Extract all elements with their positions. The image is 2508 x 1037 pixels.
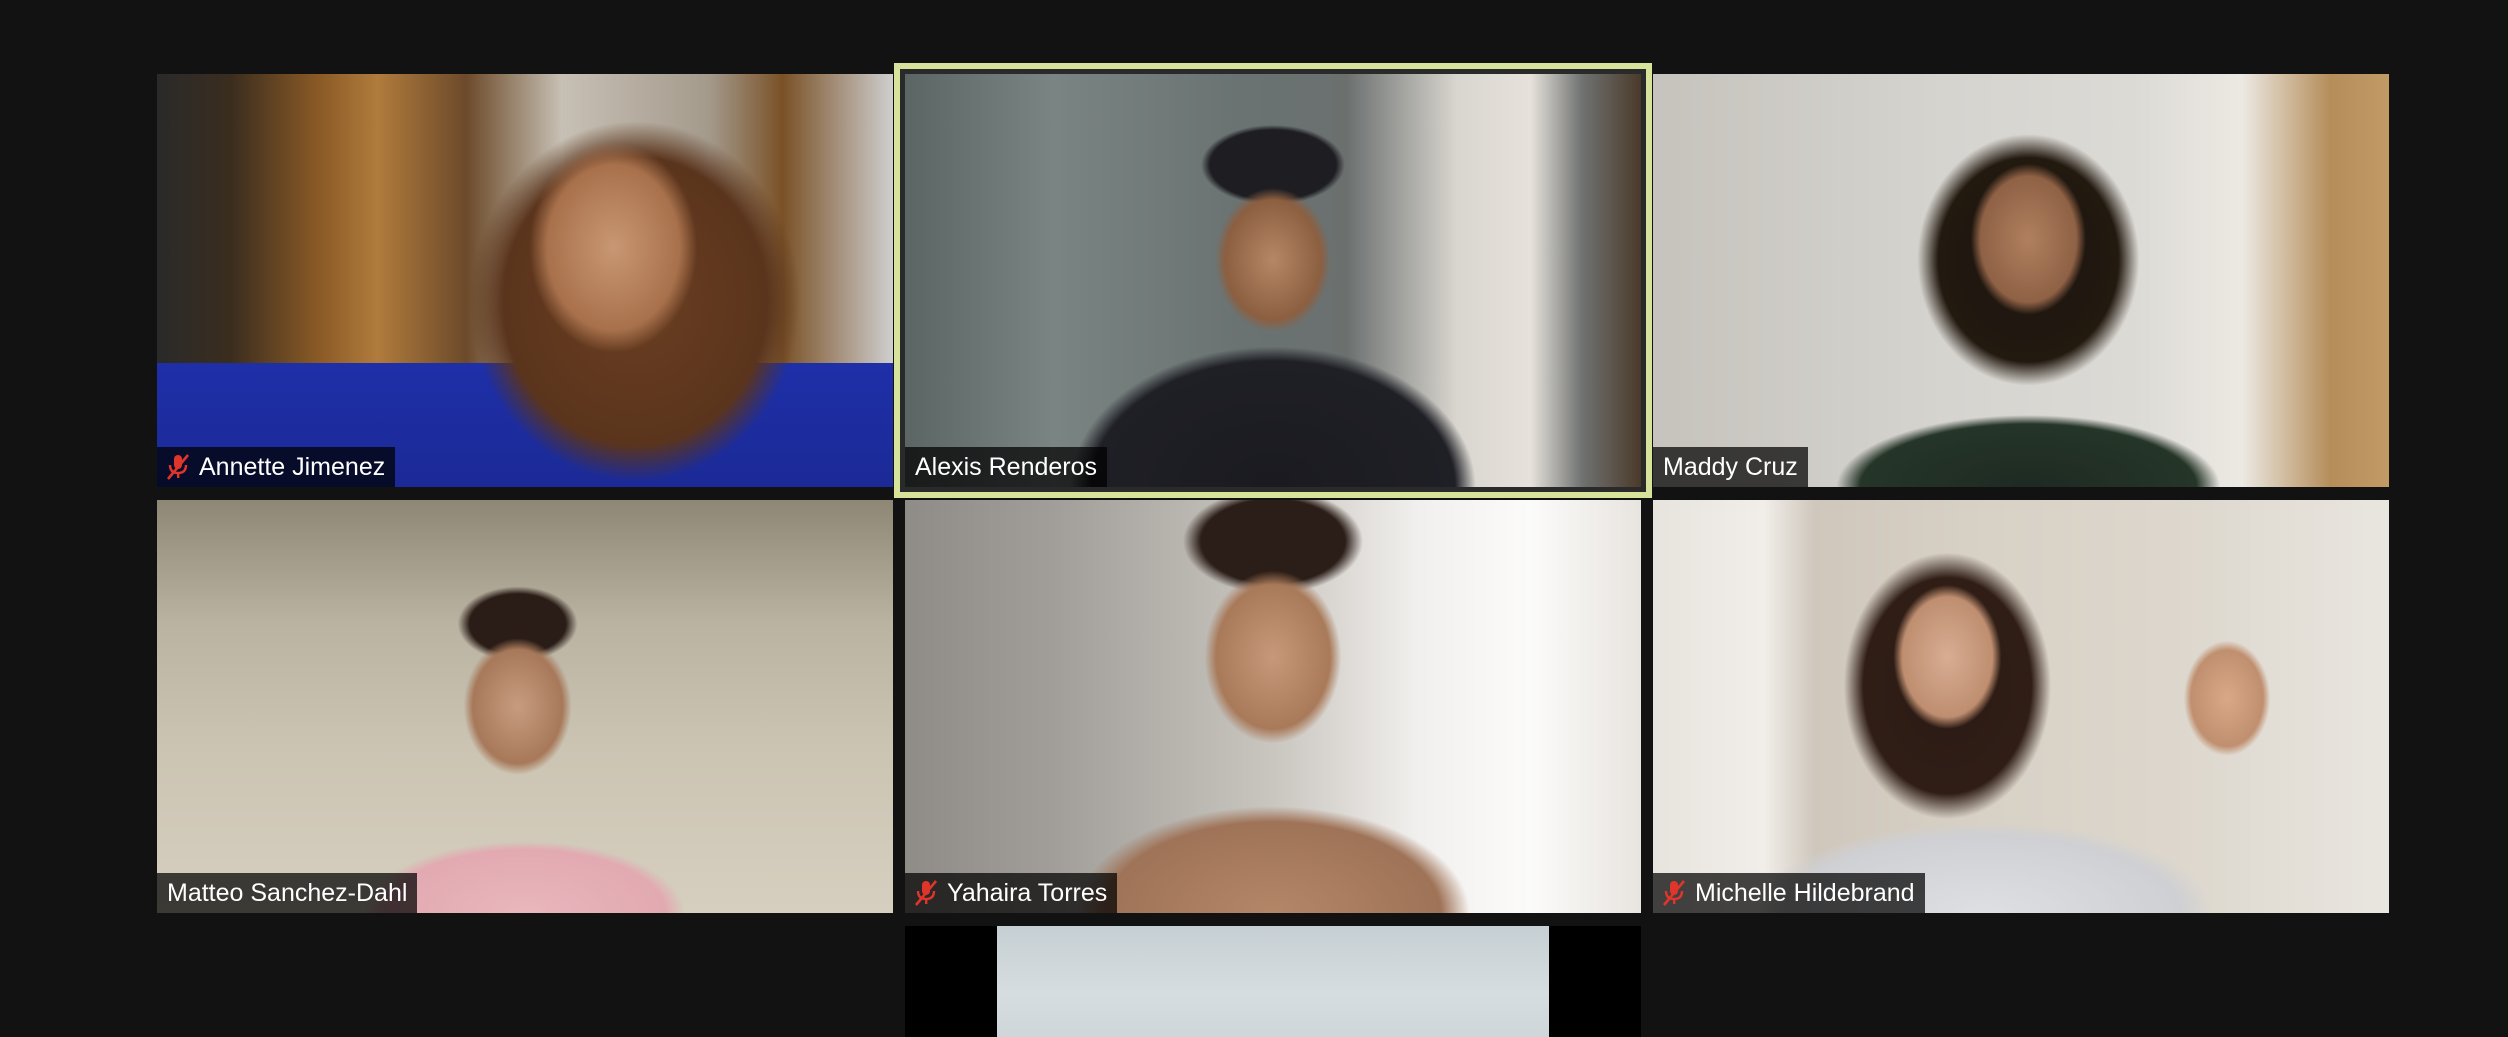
muted-mic-icon [167,454,189,480]
participant-name: Yahaira Torres [947,879,1108,907]
participant-name-bar: Alexis Renderos [905,447,1108,487]
participant-tile-yahaira-torres[interactable]: Yahaira Torres [905,500,1641,913]
participant-tile-annette-jimenez[interactable]: Annette Jimenez [157,74,893,487]
participant-name-bar: Michelle Hildebrand [1653,873,1925,913]
participant-video [157,74,893,487]
participant-video [905,74,1641,487]
muted-mic-icon [915,880,937,906]
participant-name-bar: Maddy Cruz [1653,447,1808,487]
participant-name: Michelle Hildebrand [1695,879,1915,907]
participant-video [905,500,1641,913]
participant-video [1653,500,2389,913]
participant-name: Maddy Cruz [1663,453,1798,481]
participant-tile-alexis-renderos[interactable]: Alexis Renderos [894,63,1652,498]
participant-tile-matteo-sanchez-dahl[interactable]: Matteo Sanchez-Dahl [157,500,893,913]
participant-video [1653,74,2389,487]
participant-name: Matteo Sanchez-Dahl [167,879,408,907]
participant-name-bar: Yahaira Torres [905,873,1118,913]
participant-name: Alexis Renderos [915,453,1098,481]
muted-mic-icon [1663,880,1685,906]
participant-tile-maddy-cruz[interactable]: Maddy Cruz [1653,74,2389,487]
participant-name: Annette Jimenez [199,453,386,481]
participant-tile-partial[interactable] [905,926,1641,1037]
participant-video [157,500,893,913]
gallery-view: Annette Jimenez Alexis Renderos Maddy Cr… [0,0,2508,1037]
participant-name-bar: Annette Jimenez [157,447,396,487]
participant-name-bar: Matteo Sanchez-Dahl [157,873,418,913]
video-frame [997,926,1549,1037]
participant-tile-michelle-hildebrand[interactable]: Michelle Hildebrand [1653,500,2389,913]
participant-video [905,926,1641,1037]
